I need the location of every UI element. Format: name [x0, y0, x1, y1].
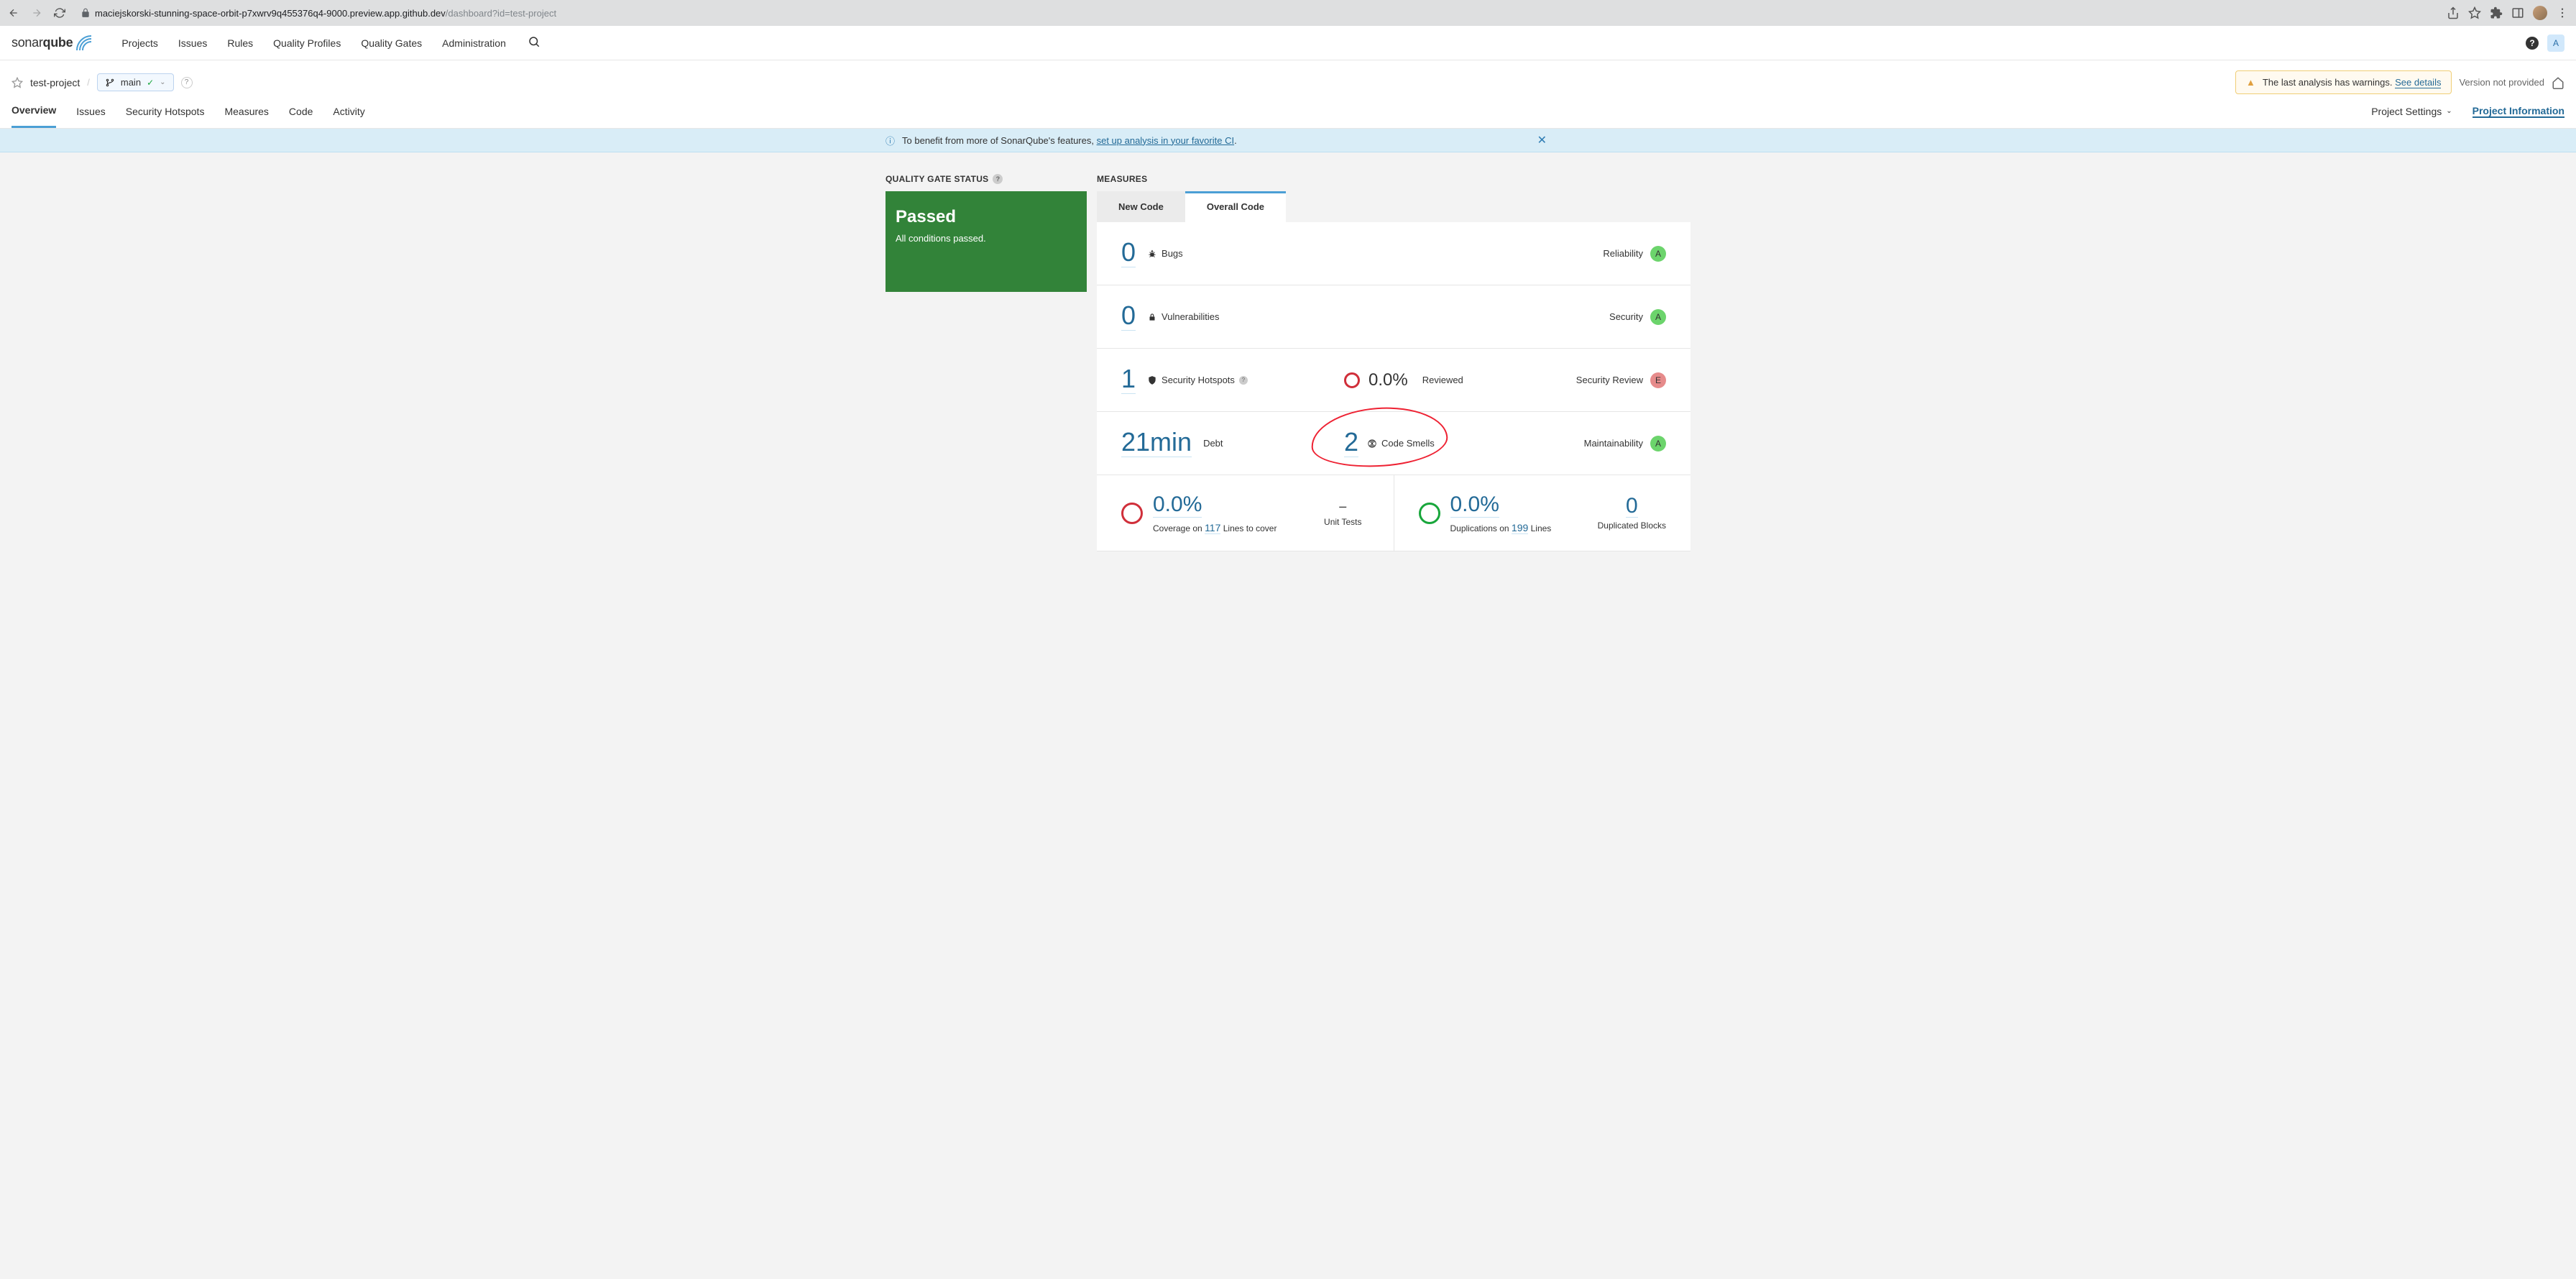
- security-review-rating[interactable]: E: [1650, 372, 1666, 388]
- bookmark-star-icon[interactable]: [2468, 6, 2481, 19]
- help-icon[interactable]: ?: [993, 174, 1003, 184]
- padlock-icon: [1147, 312, 1157, 322]
- see-details-link[interactable]: See details: [2395, 77, 2441, 88]
- help-icon[interactable]: ?: [1239, 376, 1248, 385]
- nav-quality-profiles[interactable]: Quality Profiles: [273, 37, 341, 49]
- tab-overview[interactable]: Overview: [12, 94, 56, 128]
- logo-arc-icon: [75, 35, 93, 52]
- maintainability-label: Maintainability: [1584, 438, 1643, 449]
- version-text: Version not provided: [2459, 77, 2544, 88]
- shield-icon: [1147, 375, 1157, 385]
- back-button[interactable]: [7, 6, 20, 19]
- coverage-pct[interactable]: 0.0%: [1153, 492, 1202, 518]
- tab-issues[interactable]: Issues: [76, 96, 105, 127]
- analysis-warning-box: ▲ The last analysis has warnings. See de…: [2235, 70, 2452, 94]
- duplicated-blocks-label: Duplicated Blocks: [1598, 521, 1666, 531]
- tab-overall-code[interactable]: Overall Code: [1185, 191, 1286, 222]
- duplication-donut-icon: [1419, 503, 1440, 524]
- measures-title: MEASURES: [1097, 174, 1690, 184]
- info-icon: ⓘ: [886, 134, 895, 147]
- lock-icon: [80, 8, 91, 18]
- git-branch-icon: [105, 78, 115, 88]
- hotspots-label: Security Hotspots: [1162, 375, 1235, 385]
- unit-tests-value: –: [1339, 499, 1346, 514]
- debt-label: Debt: [1203, 438, 1223, 449]
- tab-security-hotspots[interactable]: Security Hotspots: [126, 96, 205, 127]
- tab-code[interactable]: Code: [289, 96, 313, 127]
- extensions-icon[interactable]: [2490, 6, 2503, 19]
- nav-administration[interactable]: Administration: [442, 37, 506, 49]
- hotspots-count[interactable]: 1: [1121, 366, 1136, 394]
- nav-quality-gates[interactable]: Quality Gates: [361, 37, 422, 49]
- nav-projects[interactable]: Projects: [121, 37, 158, 49]
- chevron-down-icon: ⌄: [160, 78, 165, 86]
- reviewed-label: Reviewed: [1422, 375, 1463, 385]
- project-name[interactable]: test-project: [30, 77, 80, 88]
- nav-rules[interactable]: Rules: [227, 37, 253, 49]
- security-rating[interactable]: A: [1650, 309, 1666, 325]
- close-banner-button[interactable]: ✕: [1537, 133, 1690, 147]
- branch-help-icon[interactable]: ?: [181, 77, 193, 88]
- check-icon: ✓: [147, 78, 154, 88]
- coverage-subtext: Coverage on 117 Lines to cover: [1153, 522, 1276, 533]
- help-button[interactable]: ?: [2526, 37, 2539, 50]
- reload-button[interactable]: [53, 6, 66, 19]
- share-icon[interactable]: [2447, 6, 2460, 19]
- favorite-star-icon[interactable]: [12, 77, 23, 88]
- hotspots-reviewed-pct: 0.0%: [1368, 370, 1408, 390]
- panel-icon[interactable]: [2511, 6, 2524, 19]
- forward-button[interactable]: [30, 6, 43, 19]
- security-label: Security: [1609, 311, 1643, 322]
- tab-new-code[interactable]: New Code: [1097, 191, 1185, 222]
- security-review-label: Security Review: [1576, 375, 1643, 385]
- banner-text: To benefit from more of SonarQube's feat…: [902, 135, 1237, 146]
- vulnerabilities-count[interactable]: 0: [1121, 303, 1136, 331]
- duplication-subtext: Duplications on 199 Lines: [1450, 522, 1552, 533]
- nav-issues[interactable]: Issues: [178, 37, 207, 49]
- branch-selector[interactable]: main ✓ ⌄: [97, 73, 174, 91]
- duplicated-blocks-count[interactable]: 0: [1626, 495, 1638, 518]
- quality-gate-subtitle: All conditions passed.: [896, 233, 1077, 244]
- hotspot-donut-icon: [1344, 372, 1360, 388]
- quality-gate-status-box: Passed All conditions passed.: [886, 191, 1087, 292]
- tab-measures[interactable]: Measures: [224, 96, 268, 127]
- sonarqube-logo[interactable]: sonarqube: [12, 35, 93, 52]
- reliability-rating[interactable]: A: [1650, 246, 1666, 262]
- url-host: maciejskorski-stunning-space-orbit-p7xwr…: [95, 8, 446, 19]
- home-icon[interactable]: [2552, 76, 2564, 89]
- address-bar[interactable]: maciejskorski-stunning-space-orbit-p7xwr…: [76, 5, 2437, 22]
- chevron-down-icon: ⌄: [2446, 107, 2452, 115]
- quality-gate-status: Passed: [896, 207, 1077, 227]
- branch-name: main: [121, 77, 141, 88]
- coverage-donut-icon: [1121, 503, 1143, 524]
- warning-text: The last analysis has warnings.: [2263, 77, 2393, 88]
- setup-ci-link[interactable]: set up analysis in your favorite CI: [1097, 135, 1234, 146]
- duplication-pct[interactable]: 0.0%: [1450, 492, 1499, 518]
- search-button[interactable]: [528, 35, 540, 50]
- url-path: /dashboard?id=test-project: [446, 8, 556, 19]
- warning-triangle-icon: ▲: [2246, 77, 2255, 88]
- project-information-link[interactable]: Project Information: [2472, 105, 2564, 118]
- kebab-menu-icon[interactable]: [2556, 6, 2569, 19]
- annotation-circle: [1309, 403, 1449, 471]
- bug-icon: [1147, 249, 1157, 259]
- quality-gate-title: QUALITY GATE STATUS?: [886, 174, 1087, 184]
- duplication-lines-link[interactable]: 199: [1512, 522, 1528, 534]
- debt-value[interactable]: 21min: [1121, 429, 1192, 457]
- profile-avatar[interactable]: [2533, 6, 2547, 20]
- unit-tests-label: Unit Tests: [1324, 517, 1361, 527]
- bugs-label: Bugs: [1162, 248, 1183, 259]
- lines-to-cover-link[interactable]: 117: [1205, 522, 1220, 534]
- bugs-count[interactable]: 0: [1121, 239, 1136, 267]
- breadcrumb-separator: /: [87, 77, 90, 88]
- user-menu[interactable]: A: [2547, 35, 2564, 52]
- maintainability-rating[interactable]: A: [1650, 436, 1666, 451]
- tab-activity[interactable]: Activity: [333, 96, 364, 127]
- project-settings-dropdown[interactable]: Project Settings⌄: [2371, 106, 2452, 117]
- vulnerabilities-label: Vulnerabilities: [1162, 311, 1219, 322]
- reliability-label: Reliability: [1603, 248, 1643, 259]
